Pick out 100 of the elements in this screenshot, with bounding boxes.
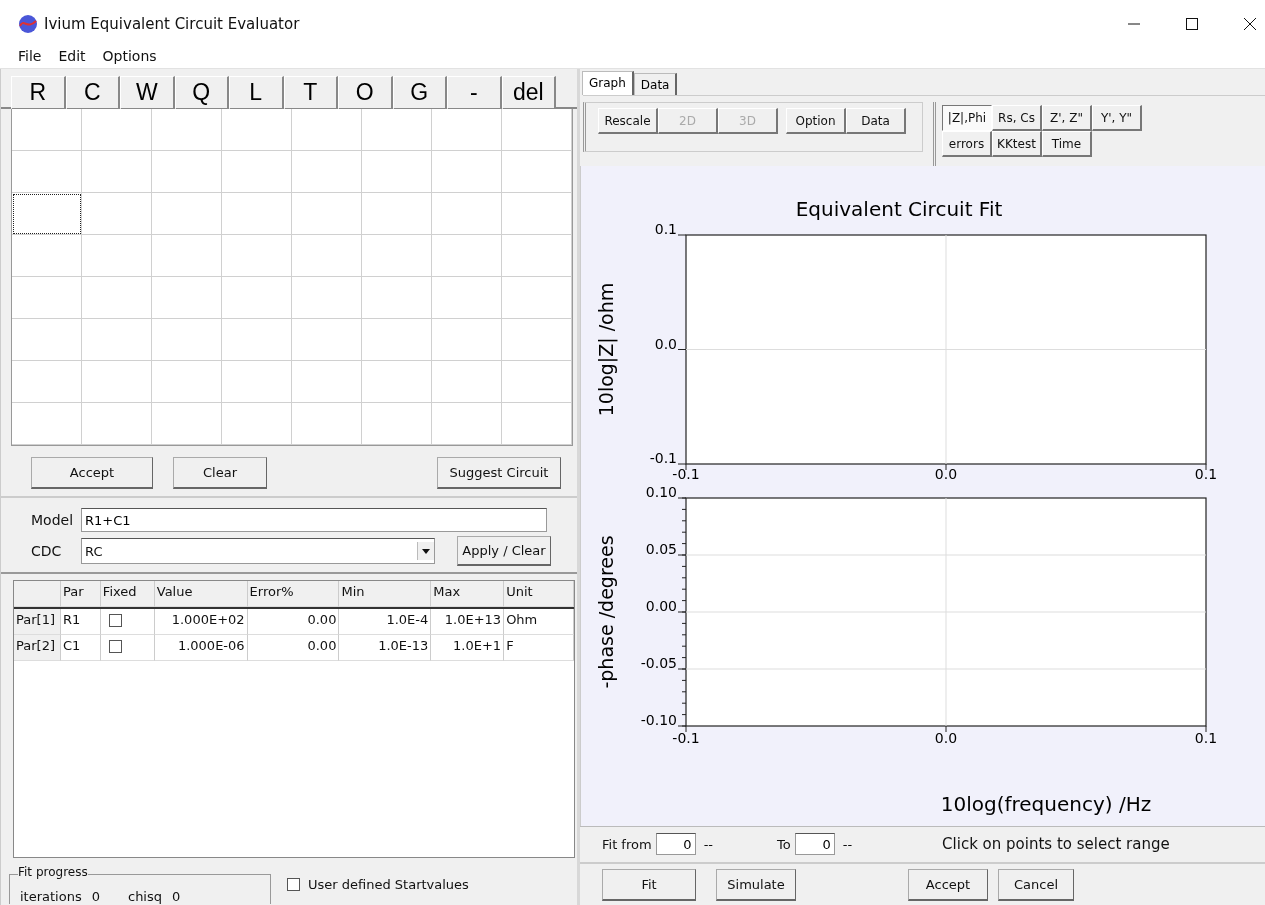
plot-mode-button[interactable]: KKtest (992, 131, 1042, 158)
toolbar-button[interactable]: Option (786, 108, 846, 135)
grid-cell[interactable] (292, 235, 362, 277)
grid-cell[interactable] (12, 403, 82, 445)
grid-cell[interactable] (222, 277, 292, 319)
plot-mode-button[interactable]: Time (1042, 131, 1092, 158)
grid-cell[interactable] (222, 403, 292, 445)
model-field[interactable]: R1+C1 (81, 508, 547, 532)
plot-mode-button[interactable]: Rs, Cs (992, 105, 1042, 132)
tab[interactable]: Graph (582, 71, 634, 96)
element-button[interactable]: T (283, 76, 338, 110)
grid-cell[interactable] (432, 109, 502, 151)
grid-cell[interactable] (362, 319, 432, 361)
grid-cell[interactable] (222, 319, 292, 361)
grid-cell[interactable] (222, 235, 292, 277)
fixed-checkbox[interactable] (108, 614, 122, 627)
grid-cell[interactable] (432, 319, 502, 361)
grid-cell[interactable] (502, 109, 572, 151)
grid-cell[interactable] (362, 361, 432, 403)
grid-cell[interactable] (502, 193, 572, 235)
grid-cell[interactable] (12, 361, 82, 403)
element-button[interactable]: O (338, 76, 393, 110)
grid-cell[interactable] (362, 193, 432, 235)
grid-cell[interactable] (82, 151, 152, 193)
action-button[interactable]: Fit (602, 868, 696, 901)
apply-clear-button[interactable]: Apply / Clear (457, 536, 551, 566)
fixed-checkbox[interactable] (108, 640, 122, 653)
grid-cell[interactable] (152, 403, 222, 445)
grid-cell[interactable] (12, 193, 82, 235)
grid-cell[interactable] (502, 319, 572, 361)
grid-cell[interactable] (432, 361, 502, 403)
grid-cell[interactable] (362, 277, 432, 319)
plot-mode-button[interactable]: Y', Y" (1092, 105, 1142, 132)
action-button[interactable]: Simulate (716, 868, 796, 901)
grid-cell[interactable] (432, 193, 502, 235)
grid-cell[interactable] (82, 235, 152, 277)
grid-cell[interactable] (12, 319, 82, 361)
menu-item[interactable]: Options (102, 48, 157, 68)
element-button[interactable]: Q (174, 76, 229, 110)
grid-cell[interactable] (82, 193, 152, 235)
grid-cell[interactable] (292, 403, 362, 445)
checkbox[interactable] (287, 877, 300, 891)
tab[interactable]: Data (633, 73, 678, 96)
grid-cell[interactable] (82, 361, 152, 403)
grid-cell[interactable] (152, 319, 222, 361)
grid-cell[interactable] (502, 235, 572, 277)
grid-cell[interactable] (292, 109, 362, 151)
element-button[interactable]: del (501, 76, 556, 110)
grid-cell[interactable] (152, 151, 222, 193)
action-button[interactable]: Accept (908, 868, 988, 901)
grid-cell[interactable] (432, 403, 502, 445)
menu-item[interactable]: Edit (58, 48, 86, 68)
grid-cell[interactable] (292, 151, 362, 193)
grid-cell[interactable] (12, 235, 82, 277)
menu-item[interactable]: File (18, 48, 42, 68)
grid-cell[interactable] (432, 151, 502, 193)
close-icon[interactable] (1243, 17, 1257, 31)
plot-mode-button[interactable]: |Z|,Phi (942, 105, 992, 132)
action-button[interactable]: Cancel (998, 868, 1074, 901)
grid-cell[interactable] (502, 277, 572, 319)
grid-cell[interactable] (82, 319, 152, 361)
grid-cell[interactable] (152, 235, 222, 277)
grid-cell[interactable] (292, 319, 362, 361)
grid-cell[interactable] (432, 235, 502, 277)
grid-cell[interactable] (222, 193, 292, 235)
grid-cell[interactable] (502, 151, 572, 193)
grid-cell[interactable] (222, 109, 292, 151)
element-button[interactable]: R (11, 76, 66, 110)
grid-cell[interactable] (362, 403, 432, 445)
suggest-circuit-button[interactable]: Suggest Circuit (437, 457, 561, 489)
plot-mode-button[interactable]: Z', Z" (1042, 105, 1092, 132)
cdc-dropdown[interactable]: RC (81, 538, 435, 564)
grid-cell[interactable] (362, 235, 432, 277)
fit-from-field[interactable]: 0 (655, 833, 696, 856)
grid-cell[interactable] (502, 403, 572, 445)
grid-cell[interactable] (292, 193, 362, 235)
toolbar-button[interactable]: Rescale (598, 108, 658, 135)
element-button[interactable]: G (392, 76, 447, 110)
accept-button[interactable]: Accept (31, 457, 153, 489)
grid-cell[interactable] (12, 151, 82, 193)
maximize-icon[interactable] (1185, 17, 1199, 31)
element-button[interactable]: L (229, 76, 284, 110)
grid-cell[interactable] (82, 109, 152, 151)
grid-cell[interactable] (152, 277, 222, 319)
grid-cell[interactable] (502, 361, 572, 403)
grid-cell[interactable] (152, 361, 222, 403)
grid-cell[interactable] (12, 277, 82, 319)
grid-cell[interactable] (362, 151, 432, 193)
plot-mode-button[interactable]: errors (942, 131, 992, 158)
grid-cell[interactable] (222, 361, 292, 403)
grid-cell[interactable] (432, 277, 502, 319)
grid-cell[interactable] (222, 151, 292, 193)
element-button[interactable]: - (447, 76, 502, 110)
grid-cell[interactable] (82, 277, 152, 319)
clear-button[interactable]: Clear (173, 457, 267, 489)
toolbar-button[interactable]: Data (846, 108, 906, 135)
grid-cell[interactable] (292, 361, 362, 403)
element-button[interactable]: C (65, 76, 120, 110)
grid-cell[interactable] (152, 193, 222, 235)
grid-cell[interactable] (152, 109, 222, 151)
